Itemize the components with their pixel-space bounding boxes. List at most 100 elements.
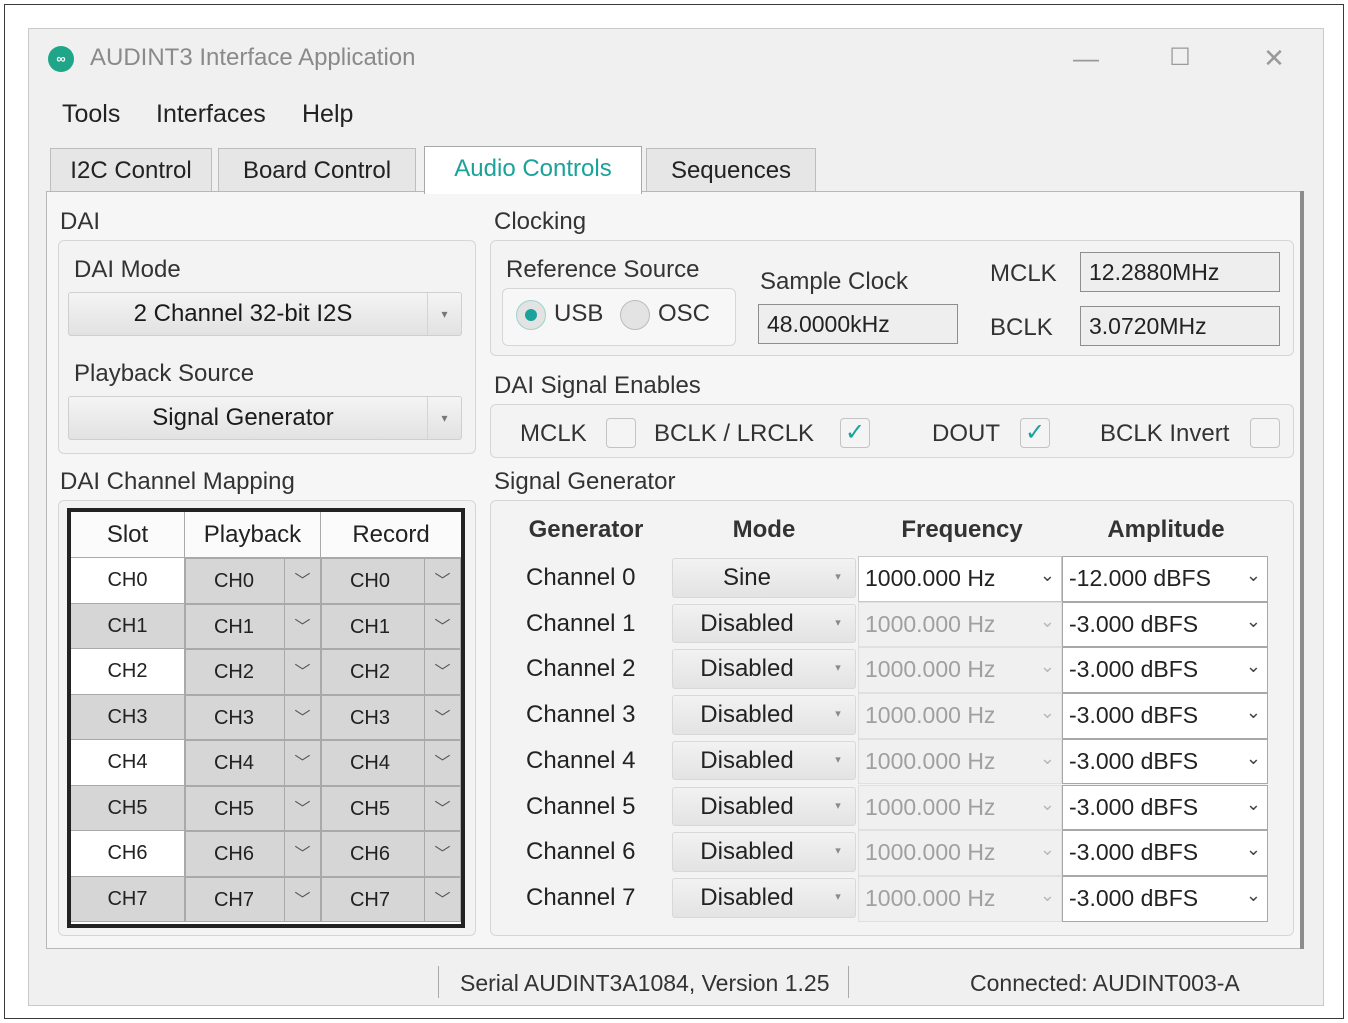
frequency-value: 1000.000 Hz (865, 793, 996, 820)
mode-select[interactable]: Disabled ▾ (672, 695, 856, 735)
dai-mode-label: DAI Mode (74, 256, 181, 283)
dout-enable-checkbox[interactable]: ✓ (1020, 418, 1050, 448)
chevron-down-icon: ⌄ (1039, 839, 1055, 860)
record-channel-value: CH1 (349, 615, 390, 638)
window-title: AUDINT3 Interface Application (90, 44, 416, 71)
minimize-button[interactable]: — (1062, 38, 1110, 78)
mode-select[interactable]: Disabled ▾ (672, 603, 856, 644)
playback-channel-select[interactable]: CH2 ﹀ (185, 649, 321, 695)
playback-channel-select[interactable]: CH4 ﹀ (185, 740, 321, 786)
mode-select[interactable]: Disabled ▾ (672, 740, 856, 781)
chevron-down-icon: ▾ (835, 662, 841, 675)
osc-radio[interactable] (620, 300, 650, 330)
record-channel-select[interactable]: CH3 ﹀ (321, 694, 461, 740)
amplitude-field[interactable]: -3.000 dBFS ⌄ (1062, 784, 1268, 831)
chevron-down-icon: ﹀ (284, 832, 320, 876)
amplitude-field[interactable]: -3.000 dBFS ⌄ (1062, 830, 1268, 876)
generator-channel-label: Channel 6 (526, 838, 636, 866)
dout-enable-label: DOUT (932, 420, 1000, 447)
mode-select[interactable]: Disabled ▾ (672, 786, 856, 827)
radio-selected-dot (525, 309, 537, 321)
generator-channel-label: Channel 0 (526, 564, 636, 591)
tab-sequences[interactable]: Sequences (646, 148, 816, 192)
close-button[interactable]: ✕ (1250, 38, 1298, 78)
menu-help[interactable]: Help (302, 100, 353, 129)
amplitude-field[interactable]: -3.000 dBFS ⌄ (1062, 738, 1268, 785)
record-channel-select[interactable]: CH5 ﹀ (321, 785, 461, 831)
mclk-enable-label: MCLK (520, 420, 587, 447)
chevron-down-icon: ﹀ (424, 695, 460, 739)
record-channel-value: CH6 (349, 843, 390, 865)
record-channel-select[interactable]: CH0 ﹀ (321, 558, 461, 604)
mode-value: Disabled (700, 883, 794, 911)
column-header-generator: Generator (528, 516, 644, 543)
mode-value: Sine (722, 564, 772, 591)
slot-cell: CH3 (71, 694, 185, 740)
record-channel-select[interactable]: CH7 ﹀ (321, 876, 461, 922)
menu-interfaces[interactable]: Interfaces (156, 100, 266, 129)
playback-channel-select[interactable]: CH0 ﹀ (185, 558, 321, 604)
amplitude-field[interactable]: -3.000 dBFS ⌄ (1062, 647, 1268, 694)
amplitude-field[interactable]: -12.000 dBFS ⌄ (1062, 556, 1268, 602)
slot-cell: CH0 (71, 558, 185, 604)
chevron-down-icon: ﹀ (284, 695, 320, 739)
chevron-down-icon: ﹀ (424, 741, 460, 785)
frequency-field: 1000.000 Hz ⌄ (858, 875, 1062, 922)
dai-mode-value: 2 Channel 32-bit I2S (133, 300, 353, 327)
amplitude-field[interactable]: -3.000 dBFS ⌄ (1062, 875, 1268, 922)
playback-channel-select[interactable]: CH5 ﹀ (185, 785, 321, 831)
mode-select[interactable]: Disabled ▾ (672, 649, 856, 690)
chevron-down-icon: ⌄ (1039, 656, 1055, 677)
chevron-down-icon: ﹀ (424, 877, 460, 921)
amplitude-field[interactable]: -3.000 dBFS ⌄ (1062, 693, 1268, 739)
playback-channel-value: CH4 (213, 752, 254, 774)
playback-channel-select[interactable]: CH1 ﹀ (185, 603, 321, 649)
panel-edge (1300, 191, 1304, 949)
mode-select[interactable]: Sine ▾ (672, 558, 856, 598)
record-channel-select[interactable]: CH1 ﹀ (321, 603, 461, 649)
playback-channel-select[interactable]: CH3 ﹀ (185, 694, 321, 740)
slot-cell: CH5 (71, 785, 185, 831)
tab-board-control[interactable]: Board Control (218, 148, 416, 192)
osc-radio-label: OSC (658, 300, 711, 327)
record-channel-select[interactable]: CH4 ﹀ (321, 740, 461, 786)
column-header-frequency: Frequency (901, 516, 1023, 543)
maximize-button[interactable]: ☐ (1156, 38, 1204, 78)
chevron-down-icon: ⌄ (1245, 747, 1261, 768)
tab-i2c-control[interactable]: I2C Control (50, 148, 212, 192)
record-channel-value: CH0 (349, 570, 390, 592)
bclk-field: 3.0720MHz (1080, 306, 1280, 346)
frequency-value: 1000.000 Hz (865, 839, 996, 866)
mode-select[interactable]: Disabled ▾ (672, 832, 856, 872)
bclk-invert-checkbox[interactable] (1250, 418, 1280, 448)
chevron-down-icon: ▾ (835, 753, 841, 766)
bclk-lrclk-enable-checkbox[interactable]: ✓ (840, 418, 870, 448)
chevron-down-icon: ⌄ (1039, 793, 1055, 814)
channel-mapping-table: Slot Playback Record CH0 CH0 ﹀ CH0 ﹀ CH1 CH1 ﹀ C… (67, 508, 465, 928)
usb-radio[interactable] (516, 300, 546, 330)
mode-select[interactable]: Disabled ▾ (672, 877, 856, 918)
record-channel-select[interactable]: CH2 ﹀ (321, 649, 461, 695)
mclk-label: MCLK (990, 260, 1057, 287)
chevron-down-icon: ▾ (427, 397, 461, 439)
frequency-field[interactable]: 1000.000 Hz ⌄ (858, 556, 1062, 602)
chevron-down-icon: ▾ (427, 293, 461, 335)
column-header-record: Record (321, 512, 461, 558)
mclk-enable-checkbox[interactable] (606, 418, 636, 448)
chevron-down-icon: ▾ (835, 890, 841, 903)
dai-mode-select[interactable]: 2 Channel 32-bit I2S ▾ (68, 292, 462, 336)
chevron-down-icon: ⌄ (1245, 610, 1261, 631)
playback-channel-select[interactable]: CH6 ﹀ (185, 831, 321, 877)
playback-channel-value: CH3 (213, 706, 254, 729)
menu-tools[interactable]: Tools (62, 100, 120, 129)
chevron-down-icon: ﹀ (284, 877, 320, 921)
tab-audio-controls[interactable]: Audio Controls (424, 146, 642, 194)
chevron-down-icon: ﹀ (424, 559, 460, 603)
amplitude-value: -3.000 dBFS (1069, 884, 1199, 911)
record-channel-value: CH5 (349, 797, 390, 820)
chevron-down-icon: ⌄ (1039, 747, 1055, 768)
playback-source-select[interactable]: Signal Generator ▾ (68, 396, 462, 440)
playback-channel-select[interactable]: CH7 ﹀ (185, 876, 321, 922)
record-channel-select[interactable]: CH6 ﹀ (321, 831, 461, 877)
amplitude-field[interactable]: -3.000 dBFS ⌄ (1062, 601, 1268, 648)
